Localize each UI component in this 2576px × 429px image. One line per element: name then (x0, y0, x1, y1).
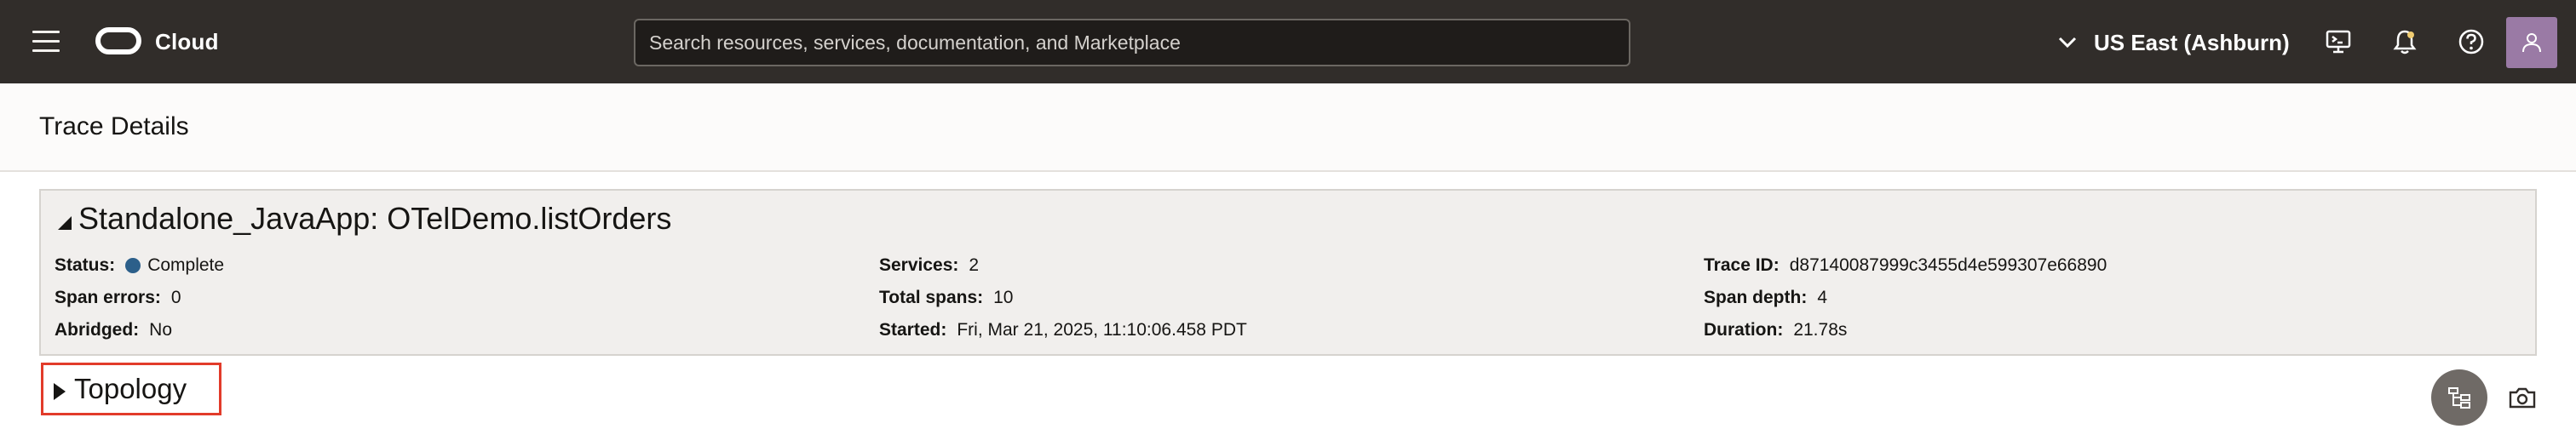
oracle-logo[interactable] (95, 27, 141, 54)
started-label: Started: (879, 320, 947, 340)
top-navigation-bar: Cloud US East (Ashburn) (0, 0, 2576, 83)
expand-triangle-icon (54, 383, 66, 400)
total-spans-label: Total spans: (879, 288, 984, 307)
duration-row: Duration: 21.78s (1704, 320, 1847, 340)
page-header: Trace Details (0, 83, 2576, 172)
services-value: 2 (969, 255, 980, 275)
brand-label[interactable]: Cloud (155, 29, 219, 55)
abridged-value: No (149, 320, 173, 340)
abridged-row: Abridged: No (55, 320, 172, 340)
trace-details-panel: Standalone_JavaApp: OTelDemo.listOrders … (39, 189, 2537, 356)
trace-id-row: Trace ID: d87140087999c3455d4e599307e668… (1704, 255, 2107, 276)
abridged-label: Abridged: (55, 320, 140, 340)
camera-icon[interactable] (2508, 385, 2537, 410)
collapse-triangle-icon (58, 216, 72, 230)
chevron-down-icon (2058, 37, 2077, 49)
status-row: Status: Complete (55, 255, 224, 276)
region-selector[interactable]: US East (Ashburn) (2056, 26, 2290, 60)
trace-name: Standalone_JavaApp: OTelDemo.listOrders (78, 201, 672, 236)
services-row: Services: 2 (879, 255, 979, 276)
trace-id-value: d87140087999c3455d4e599307e66890 (1789, 255, 2107, 275)
trace-section-toggle[interactable]: Standalone_JavaApp: OTelDemo.listOrders (58, 201, 671, 237)
services-label: Services: (879, 255, 959, 275)
menu-icon[interactable] (32, 31, 60, 53)
span-errors-row: Span errors: 0 (55, 288, 181, 308)
trace-id-label: Trace ID: (1704, 255, 1780, 275)
bell-icon[interactable] (2390, 27, 2419, 56)
help-icon[interactable] (2457, 27, 2486, 56)
page-title: Trace Details (39, 112, 189, 140)
profile-avatar[interactable] (2506, 17, 2557, 68)
search-box[interactable] (634, 19, 1630, 66)
status-value: Complete (147, 255, 225, 275)
hierarchy-view-button[interactable] (2431, 369, 2487, 426)
duration-value: 21.78s (1793, 320, 1848, 340)
span-depth-value: 4 (1817, 288, 1828, 307)
topology-label: Topology (74, 373, 187, 404)
status-label: Status: (55, 255, 116, 275)
search-input[interactable] (635, 20, 1629, 65)
hierarchy-icon (2448, 387, 2470, 409)
duration-label: Duration: (1704, 320, 1784, 340)
region-label: US East (Ashburn) (2094, 29, 2290, 55)
profile-icon (2522, 33, 2541, 53)
topology-section-toggle[interactable]: Topology (41, 363, 221, 415)
started-row: Started: Fri, Mar 21, 2025, 11:10:06.458… (879, 320, 1247, 340)
started-value: Fri, Mar 21, 2025, 11:10:06.458 PDT (957, 320, 1247, 340)
span-depth-label: Span depth: (1704, 288, 1808, 307)
span-depth-row: Span depth: 4 (1704, 288, 1827, 308)
span-errors-value: 0 (170, 288, 181, 307)
total-spans-row: Total spans: 10 (879, 288, 1013, 308)
total-spans-value: 10 (993, 288, 1014, 307)
span-errors-label: Span errors: (55, 288, 161, 307)
cloud-shell-icon[interactable] (2324, 27, 2353, 56)
status-dot-icon (125, 258, 141, 273)
